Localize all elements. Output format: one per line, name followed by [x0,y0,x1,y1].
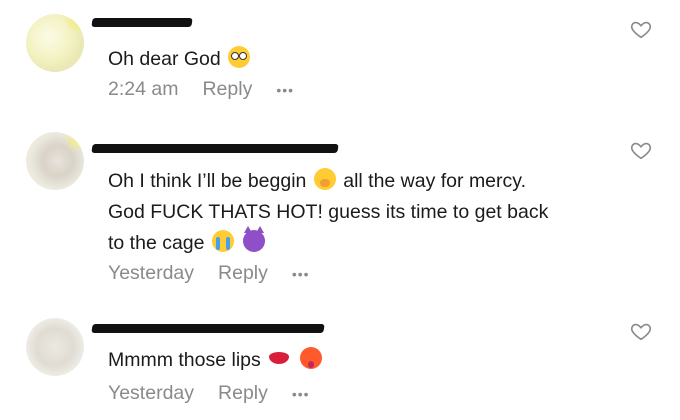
comment-text-line: Mmmm those lips [108,349,261,371]
heart-icon[interactable] [630,139,652,161]
flushed-face-emoji [228,46,251,68]
redacted-username [91,324,325,333]
reply-button[interactable]: Reply [218,382,268,405]
avatar[interactable] [26,132,84,190]
comment-text-line: God FUCK THATS HOT! guess its time to ge… [108,201,549,223]
timestamp: Yesterday [108,382,195,404]
more-options-icon[interactable]: ••• [292,266,310,282]
comment-text-line: Oh I think I’ll be beggin [108,170,307,192]
comment-text-line: all the way for mercy. [343,170,526,192]
more-options-icon[interactable]: ••• [276,82,294,98]
avatar[interactable] [26,318,84,376]
comment-text: Oh dear God [108,44,638,75]
redacted-username [91,18,193,27]
hot-face-emoji [299,347,322,369]
comment-meta: Yesterday Reply ••• [108,382,310,405]
smiling-face-with-horns-emoji [243,226,266,252]
comment-meta: Yesterday Reply ••• [108,262,310,285]
comment-meta: 2:24 am Reply ••• [108,78,294,101]
comment-text: Oh I think I’ll be beggin all the way fo… [108,166,638,259]
comment-text-line: to the cage [108,232,205,254]
more-options-icon[interactable]: ••• [292,386,310,402]
face-with-hand-over-mouth-emoji [313,168,336,190]
timestamp: 2:24 am [108,78,179,100]
heart-icon[interactable] [630,18,652,40]
reply-button[interactable]: Reply [202,78,252,101]
comment-text: Mmmm those lips [108,345,638,376]
reply-button[interactable]: Reply [218,262,268,285]
avatar[interactable] [26,14,84,72]
heart-icon[interactable] [630,320,652,342]
timestamp: Yesterday [108,262,195,284]
kiss-mark-emoji [268,347,290,369]
loudly-crying-face-emoji [211,230,234,252]
redacted-username [91,144,339,153]
comment-text-line: Oh dear God [108,48,221,70]
